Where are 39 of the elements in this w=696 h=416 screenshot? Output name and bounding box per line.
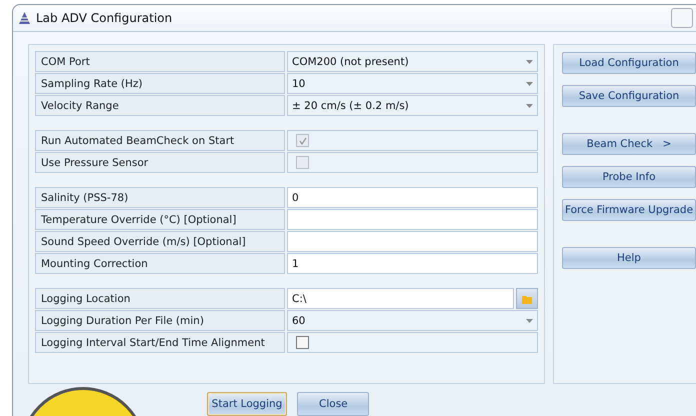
- dropdown[interactable]: ± 20 cm/s (± 0.2 m/s): [287, 95, 538, 116]
- field-label: Logging Duration Per File (min): [35, 310, 285, 331]
- dropdown[interactable]: COM200 (not present): [287, 51, 538, 72]
- input-field[interactable]: 1: [287, 253, 538, 274]
- field-label: COM Port: [35, 51, 285, 72]
- caret-icon: [526, 60, 533, 64]
- input-field[interactable]: [287, 209, 538, 230]
- dialog-button[interactable]: Start Logging: [206, 392, 288, 416]
- input-field[interactable]: 0: [287, 187, 538, 208]
- side-button[interactable]: Help: [562, 247, 696, 269]
- side-button[interactable]: Save Configuration: [562, 85, 696, 107]
- input-field[interactable]: [287, 231, 538, 252]
- checkmark-icon: [298, 136, 306, 144]
- field-label: Sound Speed Override (m/s) [Optional]: [35, 231, 285, 252]
- checkbox[interactable]: [296, 336, 309, 349]
- field-label: Logging Interval Start/End Time Alignment: [35, 332, 285, 353]
- side-button[interactable]: Beam Check >: [562, 133, 696, 155]
- app-icon: [19, 12, 30, 24]
- input-field[interactable]: C:\: [287, 288, 514, 309]
- field-label: Temperature Override (°C) [Optional]: [35, 209, 285, 230]
- field-label: Run Automated BeamCheck on Start: [35, 130, 285, 151]
- caret-icon: [526, 318, 533, 322]
- field-label: Mounting Correction: [35, 253, 285, 274]
- side-button[interactable]: Load Configuration: [562, 52, 696, 74]
- close-button[interactable]: [671, 8, 693, 28]
- side-button[interactable]: Probe Info: [562, 166, 696, 188]
- caret-icon: [526, 104, 533, 108]
- dropdown[interactable]: 10: [287, 73, 538, 94]
- side-button[interactable]: Force Firmware Upgrade: [562, 199, 696, 221]
- dialog-button[interactable]: Close: [297, 392, 370, 416]
- field-label: Use Pressure Sensor: [35, 152, 285, 173]
- field-label: Velocity Range: [35, 95, 285, 116]
- field-label: Salinity (PSS-78): [35, 187, 285, 208]
- field-label: Sampling Rate (Hz): [35, 73, 285, 94]
- field-label: Logging Location: [35, 288, 285, 309]
- caret-icon: [526, 82, 533, 86]
- browse-button[interactable]: [516, 288, 538, 309]
- dropdown[interactable]: 60: [287, 310, 538, 331]
- window-title: Lab ADV Configuration: [36, 11, 172, 25]
